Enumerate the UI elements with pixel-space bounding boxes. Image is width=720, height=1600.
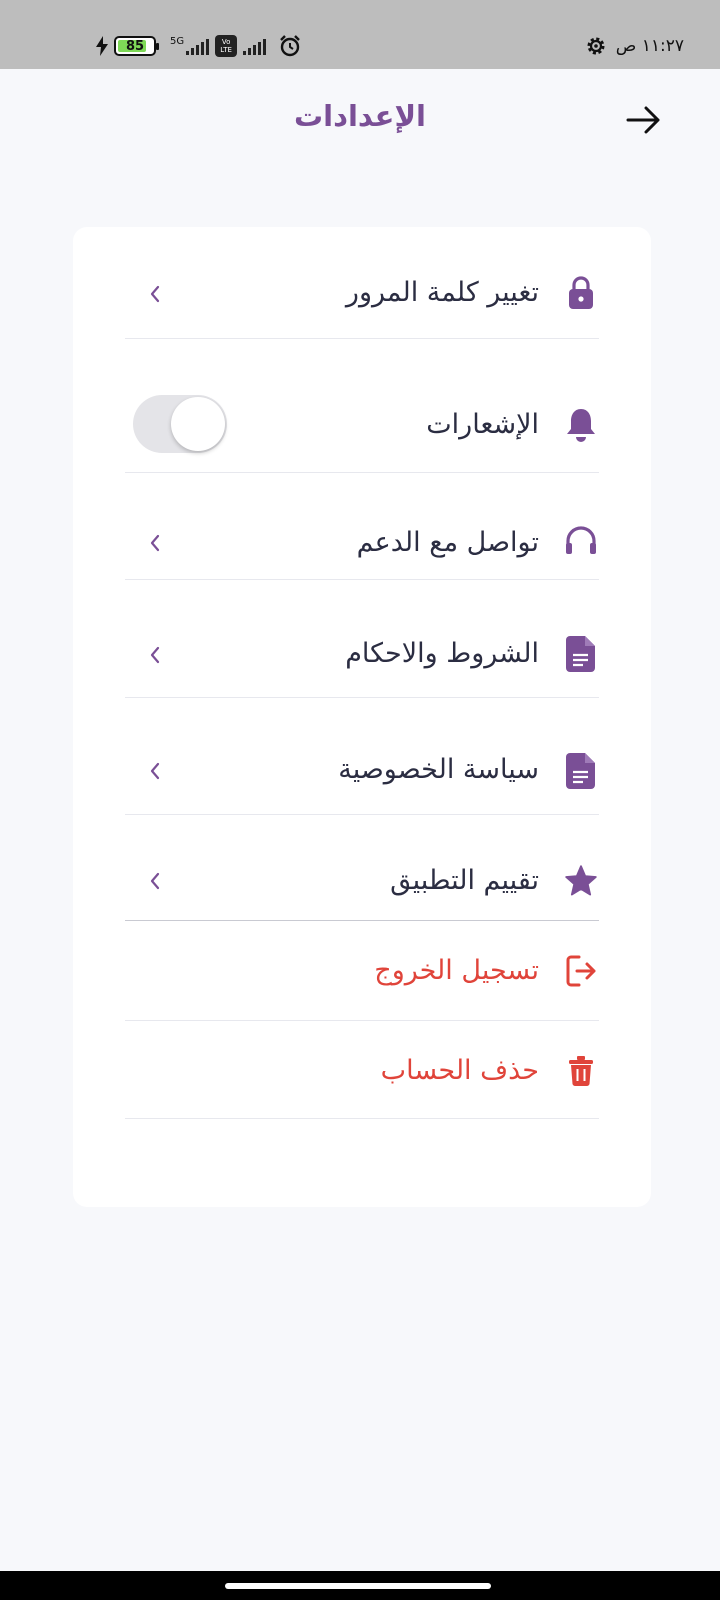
system-nav-bar xyxy=(0,1571,720,1600)
settings-item-label: سياسة الخصوصية xyxy=(338,754,539,785)
volte-icon: Vo LTE xyxy=(215,35,238,57)
status-icons-left: 85 5G Vo LTE xyxy=(96,34,302,58)
settings-item-label: تسجيل الخروج xyxy=(374,955,539,986)
volte-top: Vo xyxy=(221,38,231,46)
settings-item-change-password[interactable]: تغيير كلمة المرور xyxy=(125,227,599,339)
volte-bottom: LTE xyxy=(220,46,232,54)
header: الإعدادات xyxy=(0,69,720,169)
chevron-left-icon xyxy=(150,646,160,664)
settings-item-support[interactable]: تواصل مع الدعم xyxy=(125,473,599,580)
star-icon xyxy=(563,863,599,899)
settings-item-rate-app[interactable]: تقييم التطبيق xyxy=(125,815,599,921)
lock-icon xyxy=(563,275,599,311)
chevron-left-icon xyxy=(150,872,160,890)
chevron-left-icon xyxy=(150,762,160,780)
settings-item-label: حذف الحساب xyxy=(380,1055,539,1086)
network-type: 5G xyxy=(170,36,185,47)
toggle-knob xyxy=(171,397,225,451)
settings-item-label: تقييم التطبيق xyxy=(390,865,539,896)
settings-item-label: تغيير كلمة المرور xyxy=(345,277,539,308)
bell-icon xyxy=(563,407,599,443)
headset-icon xyxy=(563,525,599,561)
settings-card: تغيير كلمة المرور الإشعارات تواصل مع الد… xyxy=(73,227,651,1207)
status-time: ١١:٢٧ ص xyxy=(615,36,684,56)
signal-icon xyxy=(186,37,210,55)
status-icons-right: ١١:٢٧ ص xyxy=(584,34,684,58)
document-icon xyxy=(563,753,599,789)
home-indicator[interactable] xyxy=(225,1583,491,1589)
signal-icon-2 xyxy=(243,37,267,55)
document-icon xyxy=(563,636,599,672)
settings-item-delete-account[interactable]: حذف الحساب xyxy=(125,1021,599,1119)
settings-item-label: تواصل مع الدعم xyxy=(356,527,539,558)
notifications-toggle[interactable] xyxy=(133,395,227,453)
settings-item-privacy[interactable]: سياسة الخصوصية xyxy=(125,698,599,815)
logout-icon xyxy=(563,953,599,989)
settings-item-notifications: الإشعارات xyxy=(125,339,599,473)
settings-gear-icon xyxy=(587,37,605,55)
battery-indicator: 85 xyxy=(114,36,159,56)
settings-item-label: الشروط والاحكام xyxy=(345,638,539,669)
alarm-icon xyxy=(280,35,300,57)
settings-item-terms[interactable]: الشروط والاحكام xyxy=(125,580,599,698)
page-title: الإعدادات xyxy=(293,99,426,133)
chevron-left-icon xyxy=(150,534,160,552)
charging-icon xyxy=(96,36,108,56)
arrow-right-icon[interactable] xyxy=(624,102,664,138)
chevron-left-icon xyxy=(150,285,160,303)
trash-icon xyxy=(563,1053,599,1089)
settings-item-logout[interactable]: تسجيل الخروج xyxy=(125,921,599,1021)
settings-item-label: الإشعارات xyxy=(426,409,539,440)
status-bar: 85 5G Vo LTE ١١:٢٧ ص xyxy=(0,0,720,69)
battery-level: 85 xyxy=(125,38,145,54)
